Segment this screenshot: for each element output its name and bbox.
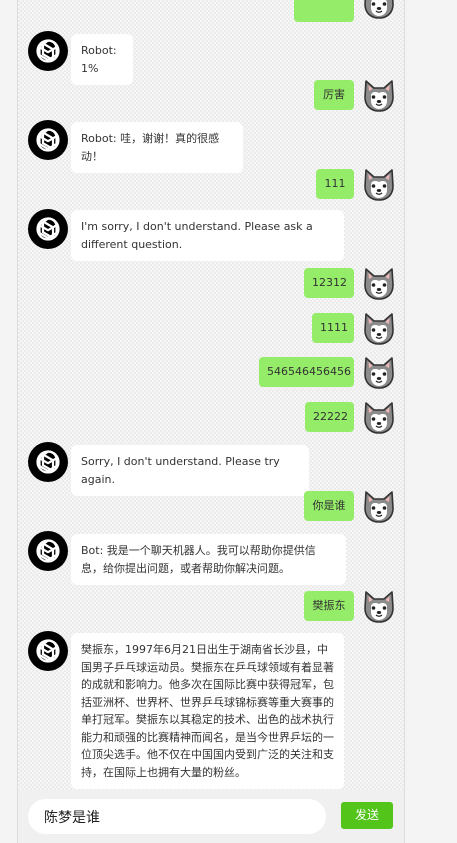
message-input[interactable]	[28, 799, 326, 834]
openai-logo-icon	[28, 531, 68, 571]
user-bubble: 1111	[312, 313, 354, 343]
user-bubble: 你是谁	[304, 491, 354, 521]
shiba-dog-icon	[359, 352, 399, 392]
user-bubble: 12312	[304, 268, 354, 298]
openai-logo-icon	[28, 31, 68, 71]
shiba-dog-icon	[359, 263, 399, 303]
user-bubble: 樊振东	[304, 591, 354, 621]
input-bar: 发送	[18, 790, 404, 843]
user-bubble: 厉害	[314, 80, 354, 110]
openai-logo-icon	[28, 120, 68, 160]
send-button[interactable]: 发送	[341, 802, 393, 829]
shiba-dog-icon	[359, 486, 399, 526]
user-bubble: 22222	[305, 402, 354, 432]
openai-logo-icon	[28, 209, 68, 249]
bot-bubble: Sorry, I don't understand. Please try ag…	[71, 445, 309, 496]
user-bubble	[294, 0, 354, 22]
bot-bubble: Bot: 我是一个聊天机器人。我可以帮助你提供信息，给你提出问题，或者帮助你解决…	[71, 534, 346, 585]
bot-bubble: Robot: 哇，谢谢！真的很感动！	[71, 122, 243, 173]
bot-bubble: Robot: 1%	[71, 34, 133, 85]
chat-window[interactable]: Robot: 1% 厉害 Robot: 哇，谢谢！真的很感动！ 111 I'm …	[17, 0, 405, 843]
user-bubble: 111	[316, 169, 354, 199]
user-bubble: 546546456456	[259, 357, 354, 387]
bot-bubble: 樊振东，1997年6月21日出生于湖南省长沙县，中国男子乒乓球运动员。樊振东在乒…	[71, 633, 344, 789]
openai-logo-icon	[28, 442, 68, 482]
shiba-dog-icon	[359, 164, 399, 204]
shiba-dog-icon	[359, 397, 399, 437]
shiba-dog-icon	[359, 586, 399, 626]
bot-bubble: I'm sorry, I don't understand. Please as…	[71, 210, 344, 261]
openai-logo-icon	[28, 631, 68, 671]
shiba-dog-icon	[359, 0, 399, 22]
shiba-dog-icon	[359, 308, 399, 348]
shiba-dog-icon	[359, 75, 399, 115]
